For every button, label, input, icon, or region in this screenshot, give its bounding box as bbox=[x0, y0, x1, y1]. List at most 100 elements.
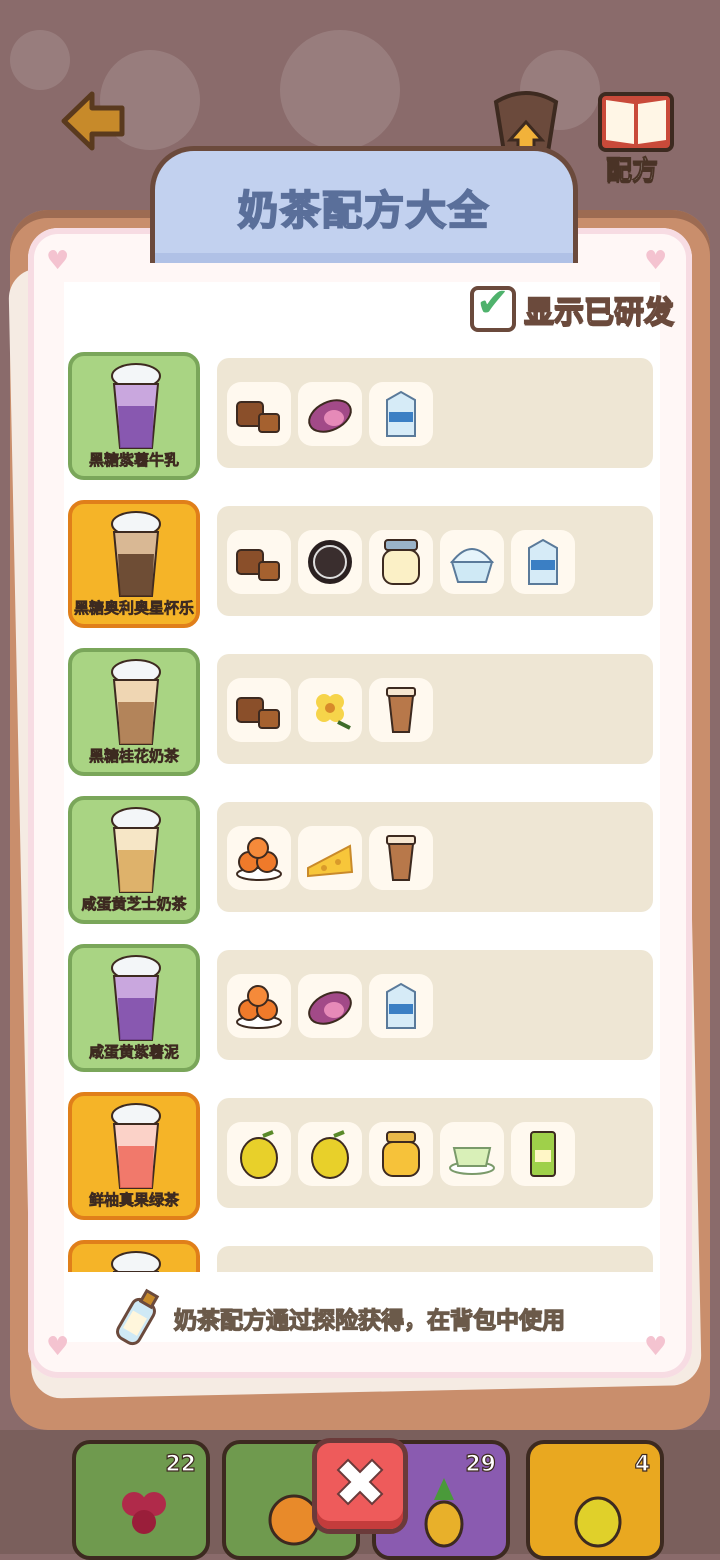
drink-name: 黑糖奥利奥星杯乐 bbox=[73, 599, 195, 618]
drink-card[interactable]: 黑糖奥利奥星杯乐 bbox=[68, 500, 200, 628]
drink-card[interactable]: 咸蛋黄芝士奶茶 bbox=[68, 796, 200, 924]
brown-sugar-icon bbox=[236, 401, 280, 433]
drink-name: 咸蛋黄紫薯泥 bbox=[88, 1043, 180, 1062]
recipe-row[interactable]: 咸蛋黄紫薯泥 bbox=[64, 944, 660, 1074]
osmanthus-icon bbox=[316, 694, 351, 730]
pineapple-icon bbox=[424, 1478, 464, 1548]
heart-decoration-icon: ♥ bbox=[46, 1332, 70, 1362]
sweet-potato-icon bbox=[308, 399, 352, 433]
ingredient-slot[interactable] bbox=[369, 974, 433, 1038]
message-bottle-icon bbox=[116, 1288, 160, 1346]
drink-cup-icon bbox=[111, 1251, 161, 1272]
ingredient-slot[interactable] bbox=[369, 826, 433, 890]
recipe-label: 配方 bbox=[605, 156, 659, 187]
ingredient-slot[interactable] bbox=[227, 530, 291, 594]
ingredient-slot[interactable] bbox=[298, 678, 362, 742]
ingredient-row bbox=[217, 1246, 653, 1272]
toggle-label: 显示已研发 bbox=[523, 294, 675, 331]
ingredient-row bbox=[217, 358, 653, 468]
ingredient-slot[interactable] bbox=[511, 530, 575, 594]
brown-sugar-icon bbox=[236, 697, 280, 729]
drink-cup-icon bbox=[111, 1103, 161, 1189]
milk-carton-icon bbox=[386, 982, 416, 1029]
drink-card[interactable] bbox=[68, 1240, 200, 1272]
condensed-milk-icon bbox=[382, 539, 420, 585]
ingredient-slot[interactable] bbox=[440, 1122, 504, 1186]
ingredient-slot[interactable] bbox=[369, 1122, 433, 1186]
oreo-icon bbox=[308, 540, 352, 584]
recipe-row[interactable]: 黑糖桂花奶茶 bbox=[64, 648, 660, 778]
whipped-cream-icon bbox=[449, 548, 495, 583]
milk-carton-icon bbox=[528, 538, 558, 585]
brown-sugar-icon bbox=[236, 549, 280, 581]
drink-card[interactable]: 咸蛋黄紫薯泥 bbox=[68, 944, 200, 1072]
ingredient-slot[interactable] bbox=[298, 974, 362, 1038]
ingredient-row bbox=[217, 1098, 653, 1208]
drink-cup-icon bbox=[111, 511, 161, 597]
close-icon: ✖ bbox=[331, 1444, 388, 1523]
drink-cup-icon bbox=[111, 363, 161, 449]
drink-card[interactable]: 鲜柚真果绿茶 bbox=[68, 1092, 200, 1220]
salted-egg-yolk-icon bbox=[236, 985, 282, 1029]
pear-icon bbox=[574, 1496, 622, 1548]
recipe-row[interactable]: 黑糖紫薯牛乳 bbox=[64, 352, 660, 482]
drink-name: 黑糖桂花奶茶 bbox=[88, 747, 180, 766]
hint-text: 奶茶配方通过探险获得，在背包中使用 bbox=[173, 1307, 565, 1334]
ingredient-row bbox=[217, 654, 653, 764]
ingredient-slot[interactable] bbox=[440, 530, 504, 594]
ingredient-slot[interactable] bbox=[369, 530, 433, 594]
panel-title: 奶茶配方大全 bbox=[237, 187, 490, 235]
back-arrow-icon[interactable] bbox=[58, 86, 128, 156]
heart-decoration-icon: ♥ bbox=[46, 246, 70, 276]
grapefruit-icon bbox=[311, 1130, 349, 1179]
ingredient-slot[interactable] bbox=[298, 382, 362, 446]
recipe-row[interactable]: 咸蛋黄芝士奶茶 bbox=[64, 796, 660, 926]
cheese-icon bbox=[307, 844, 354, 878]
drink-cup-icon bbox=[111, 807, 161, 893]
ingredient-row bbox=[217, 506, 653, 616]
inventory-slot[interactable]: 4 bbox=[526, 1440, 664, 1560]
grape-icon bbox=[122, 1492, 166, 1534]
hint-bar: 奶茶配方通过探险获得，在背包中使用 bbox=[108, 1286, 628, 1350]
green-tea-icon bbox=[449, 1147, 495, 1175]
recipe-row[interactable]: 鲜柚真果绿茶 bbox=[64, 1092, 660, 1222]
recipe-list[interactable]: 黑糖紫薯牛乳 黑糖奥利奥星杯乐 黑糖桂花奶茶 咸蛋黄芝士奶茶 咸蛋黄紫薯泥 鲜柚… bbox=[64, 352, 660, 1272]
ingredient-slot[interactable] bbox=[227, 974, 291, 1038]
ingredient-slot[interactable] bbox=[298, 826, 362, 890]
heart-decoration-icon: ♥ bbox=[644, 1332, 668, 1362]
recipe-row[interactable] bbox=[64, 1240, 660, 1272]
ingredient-row bbox=[217, 950, 653, 1060]
drink-card[interactable]: 黑糖紫薯牛乳 bbox=[68, 352, 200, 480]
ingredient-slot[interactable] bbox=[369, 382, 433, 446]
ingredient-slot[interactable] bbox=[227, 1122, 291, 1186]
drink-name: 黑糖紫薯牛乳 bbox=[88, 451, 180, 470]
heart-decoration-icon: ♥ bbox=[644, 246, 668, 276]
ingredient-slot[interactable] bbox=[298, 1122, 362, 1186]
ingredient-slot[interactable] bbox=[227, 382, 291, 446]
show-developed-toggle[interactable]: ✔ 显示已研发 bbox=[470, 280, 675, 332]
ingredient-slot[interactable] bbox=[227, 826, 291, 890]
syrup-bottle-icon bbox=[530, 1131, 556, 1177]
ingredient-slot[interactable] bbox=[369, 678, 433, 742]
ingredient-slot[interactable] bbox=[227, 678, 291, 742]
recipe-row[interactable]: 黑糖奥利奥星杯乐 bbox=[64, 500, 660, 630]
ingredient-row bbox=[217, 802, 653, 912]
ingredient-slot[interactable] bbox=[298, 530, 362, 594]
milk-tea-cup-icon bbox=[386, 687, 416, 733]
milk-tea-cup-icon bbox=[386, 835, 416, 881]
milk-carton-icon bbox=[386, 390, 416, 437]
grapefruit-icon bbox=[240, 1130, 278, 1179]
inventory-slot[interactable]: 22 bbox=[72, 1440, 210, 1560]
close-button[interactable]: ✖ bbox=[312, 1438, 408, 1534]
slot-count: 22 bbox=[165, 1451, 197, 1477]
sweet-potato-icon bbox=[308, 991, 352, 1025]
slot-count: 29 bbox=[465, 1451, 497, 1477]
salted-egg-yolk-icon bbox=[236, 837, 282, 881]
drink-cup-icon bbox=[111, 659, 161, 745]
drink-name: 咸蛋黄芝士奶茶 bbox=[81, 895, 187, 914]
honey-jar-icon bbox=[382, 1131, 420, 1177]
drink-card[interactable]: 黑糖桂花奶茶 bbox=[68, 648, 200, 776]
drink-cup-icon bbox=[111, 955, 161, 1041]
ingredient-slot[interactable] bbox=[511, 1122, 575, 1186]
checkbox[interactable]: ✔ bbox=[470, 280, 516, 332]
